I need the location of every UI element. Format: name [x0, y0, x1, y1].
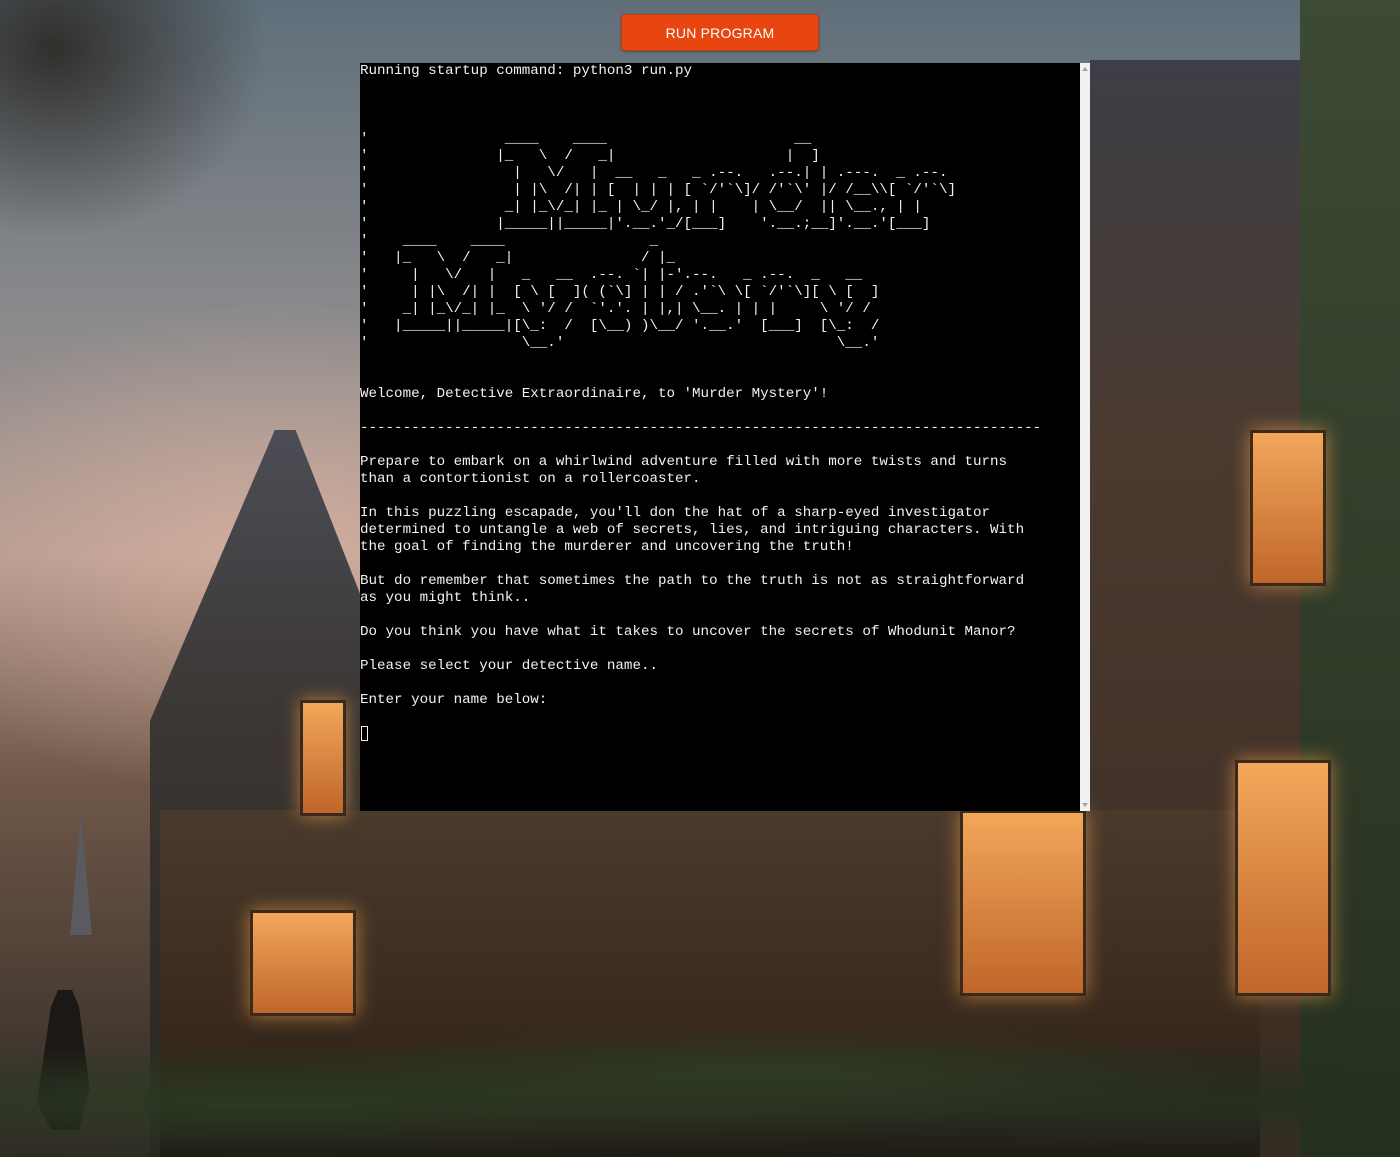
lit-window: [250, 910, 356, 1016]
terminal-line: Welcome, Detective Extraordinaire, to 'M…: [360, 386, 829, 402]
terminal-window[interactable]: Running startup command: python3 run.py …: [360, 63, 1090, 811]
terminal-line: Prepare to embark on a whirlwind adventu…: [360, 454, 1008, 470]
terminal-line: as you might think..: [360, 590, 531, 606]
terminal-line: Running startup command: python3 run.py: [360, 63, 693, 79]
terminal-line: ' _| |_\/_| |_ | \_/ |, | | | \__/ || \_…: [360, 199, 922, 215]
terminal-line: ' |_ \ / _| / |_: [360, 250, 676, 266]
tree-branches: [0, 0, 270, 240]
terminal-line: Do you think you have what it takes to u…: [360, 624, 1016, 640]
terminal-line: ----------------------------------------…: [360, 420, 1042, 436]
terminal-line: the goal of finding the murderer and unc…: [360, 539, 854, 555]
terminal-line: ' ____ ____ __: [360, 131, 812, 147]
lit-window: [1250, 430, 1326, 586]
terminal-line: Please select your detective name..: [360, 658, 658, 674]
terminal-line: ' ____ ____ _: [360, 233, 658, 249]
terminal-line: ' | \/ | _ __ .--. `| |-'.--. _ .--. _ _…: [360, 267, 863, 283]
terminal-line: ' _| |_\/_| |_ \ '/ / `'.'. | |,| \__. |…: [360, 301, 871, 317]
terminal-line: ' |_____||_____|'.__.'_/[___] '.__.;__]'…: [360, 216, 931, 232]
terminal-line: ' | |\ /| | [ | | | [ `/'`\]/ /'`\' |/ /…: [360, 182, 956, 198]
terminal-line: determined to untangle a web of secrets,…: [360, 522, 1025, 538]
terminal-line: than a contortionist on a rollercoaster.: [360, 471, 701, 487]
terminal-line: ' |_ \ / _| | ]: [360, 148, 820, 164]
terminal-line: ' | \/ | __ _ _ .--. .--.| | .---. _ .--…: [360, 165, 948, 181]
church-spire: [70, 815, 92, 935]
terminal-cursor[interactable]: [361, 726, 368, 741]
run-program-button[interactable]: RUN PROGRAM: [621, 14, 819, 51]
scroll-down-arrow-icon[interactable]: [1082, 803, 1088, 807]
terminal-scrollbar[interactable]: [1080, 63, 1090, 811]
garden-shrubs: [0, 1020, 1400, 1157]
terminal-line: But do remember that sometimes the path …: [360, 573, 1025, 589]
scroll-up-arrow-icon[interactable]: [1082, 67, 1088, 71]
lit-window: [300, 700, 346, 816]
terminal-line: ' | |\ /| | [ \ [ ]( (`\] | | / .'`\ \[ …: [360, 284, 880, 300]
lit-window: [1235, 760, 1331, 996]
terminal-output: Running startup command: python3 run.py …: [360, 63, 1080, 811]
terminal-line: In this puzzling escapade, you'll don th…: [360, 505, 991, 521]
terminal-line: Enter your name below:: [360, 692, 548, 708]
terminal-line: ' \__.' \__.': [360, 335, 880, 351]
terminal-line: ' |_____||_____|[\_: / [\__) )\__/ '.__.…: [360, 318, 880, 334]
lit-window: [960, 810, 1086, 996]
